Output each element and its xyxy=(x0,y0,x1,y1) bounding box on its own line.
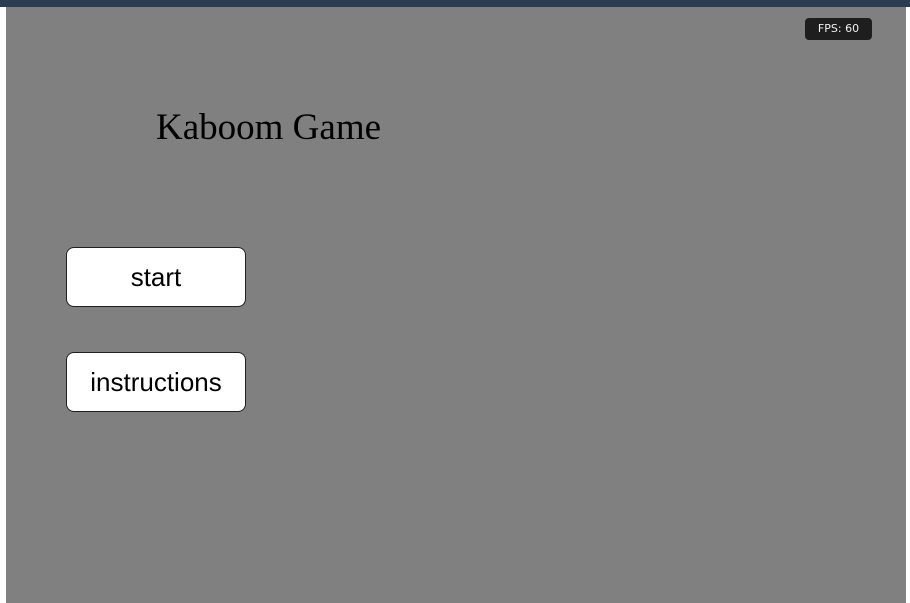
fps-counter: FPS: 60 xyxy=(805,18,872,40)
window-top-bar xyxy=(0,0,910,7)
instructions-button[interactable]: instructions xyxy=(66,352,246,412)
game-title: Kaboom Game xyxy=(156,107,382,148)
start-button[interactable]: start xyxy=(66,247,246,307)
game-canvas[interactable]: FPS: 60 Kaboom Game start instructions xyxy=(6,7,906,603)
